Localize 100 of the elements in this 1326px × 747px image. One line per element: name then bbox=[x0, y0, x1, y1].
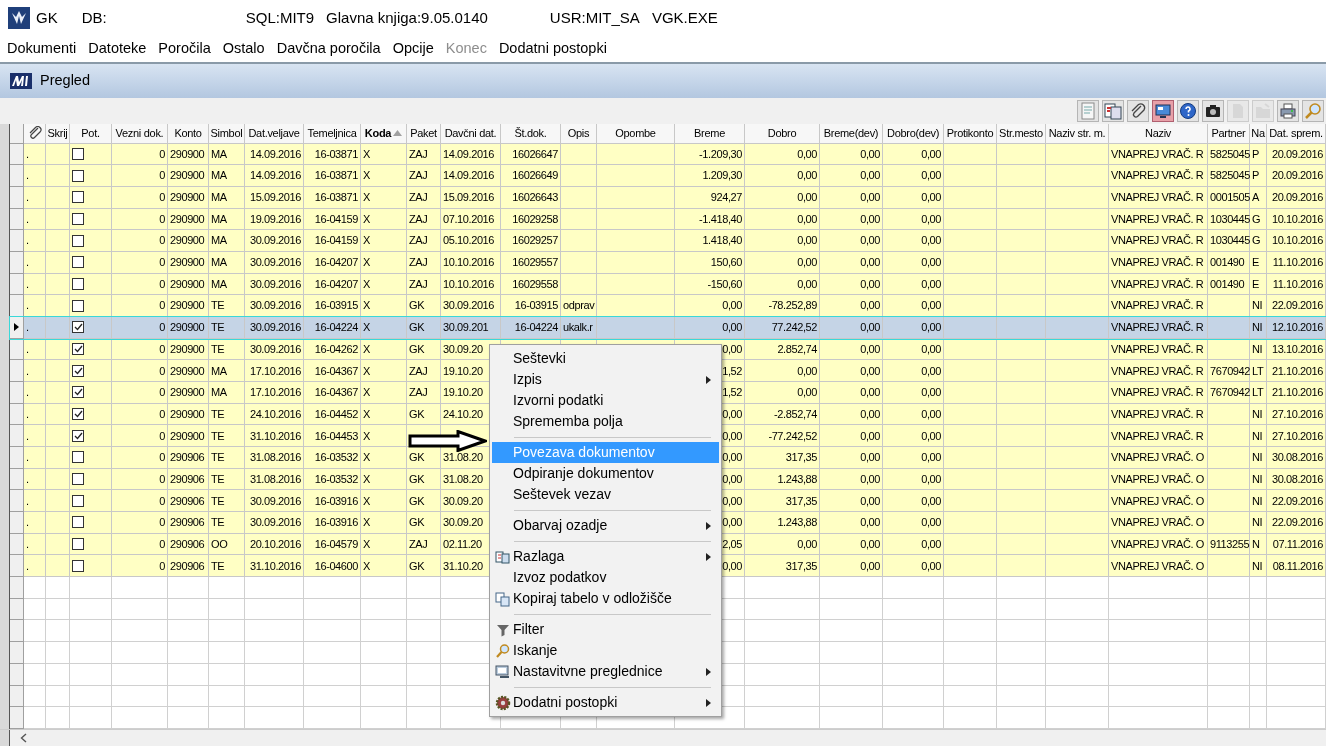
table-cell: 0,00 bbox=[883, 252, 944, 274]
table-cell: 0,00 bbox=[883, 317, 944, 339]
table-cell: 16-03871 bbox=[304, 187, 361, 209]
table-cell: . bbox=[24, 447, 46, 469]
table-cell: 22.09.2016 bbox=[1267, 512, 1326, 534]
table-cell: 30.09.201 bbox=[441, 317, 501, 339]
table-cell: VNAPREJ VRAČ. O bbox=[1109, 447, 1208, 469]
table-cell: 30.09.2016 bbox=[245, 252, 304, 274]
table-cell: MA bbox=[209, 252, 245, 274]
table-cell: 30.09.2016 bbox=[245, 317, 304, 339]
table-cell: NI bbox=[1250, 447, 1267, 469]
table-cell: 16-03532 bbox=[304, 447, 361, 469]
table-cell: 290900 bbox=[168, 187, 209, 209]
table-cell: 317,35 bbox=[745, 447, 820, 469]
table-cell: 0,00 bbox=[820, 447, 883, 469]
table-cell: 0,00 bbox=[883, 512, 944, 534]
table-cell: . bbox=[24, 252, 46, 274]
table-cell: ukalk.r bbox=[561, 317, 597, 339]
table-cell: 0,00 bbox=[745, 252, 820, 274]
table-cell: TE bbox=[209, 317, 245, 339]
table-cell: VNAPREJ VRAČ. R bbox=[1109, 382, 1208, 404]
table-cell: 0,00 bbox=[820, 512, 883, 534]
table-cell: 0,00 bbox=[820, 317, 883, 339]
table-cell: 0,00 bbox=[745, 382, 820, 404]
table-cell: 0 bbox=[112, 317, 168, 339]
module-version-label: Glavna knjiga:9.05.0140 bbox=[326, 7, 488, 28]
table-cell: VNAPREJ VRAČ. O bbox=[1109, 512, 1208, 534]
table-cell: 16-04367 bbox=[304, 382, 361, 404]
table-cell: 0,00 bbox=[675, 317, 745, 339]
table-cell: LT bbox=[1250, 382, 1267, 404]
table-cell: 0,00 bbox=[883, 447, 944, 469]
executable-label: VGK.EXE bbox=[651, 7, 718, 28]
table-cell: 7670942 bbox=[1208, 382, 1250, 404]
table-cell: 30.08.2016 bbox=[1267, 447, 1326, 469]
table-cell: 16-04207 bbox=[304, 252, 361, 274]
table-cell: X bbox=[361, 447, 407, 469]
table-cell: MA bbox=[209, 382, 245, 404]
table-cell: 0 bbox=[112, 512, 168, 534]
table-cell: 0 bbox=[112, 447, 168, 469]
table-cell: 0 bbox=[112, 187, 168, 209]
table-cell: 16029557 bbox=[501, 252, 561, 274]
table-cell: 0 bbox=[112, 252, 168, 274]
table-cell: MA bbox=[209, 187, 245, 209]
table-cell: 924,27 bbox=[675, 187, 745, 209]
table-cell: 15.09.2016 bbox=[441, 187, 501, 209]
table-cell: 16026643 bbox=[501, 187, 561, 209]
window-title: Pregled bbox=[40, 71, 90, 91]
table-cell: NI bbox=[1250, 512, 1267, 534]
table-cell: 290900 bbox=[168, 252, 209, 274]
table-cell: VNAPREJ VRAČ. R bbox=[1109, 317, 1208, 339]
table-cell: X bbox=[361, 512, 407, 534]
table-cell: ZAJ bbox=[407, 382, 441, 404]
table-cell: . bbox=[24, 512, 46, 534]
table-cell: 0,00 bbox=[820, 382, 883, 404]
table-cell: 0,00 bbox=[745, 187, 820, 209]
table-cell: NI bbox=[1250, 317, 1267, 339]
table-cell: 15.09.2016 bbox=[245, 187, 304, 209]
table-cell: 0,00 bbox=[883, 382, 944, 404]
table-cell: 1.243,88 bbox=[745, 512, 820, 534]
table-cell: 16-04224 bbox=[304, 317, 361, 339]
table-cell: . bbox=[24, 317, 46, 339]
table-cell: ZAJ bbox=[407, 252, 441, 274]
table-cell: 21.10.2016 bbox=[1267, 382, 1326, 404]
table-cell: ZAJ bbox=[407, 187, 441, 209]
table-cell: X bbox=[361, 252, 407, 274]
sql-server-label: SQL:MIT9 bbox=[245, 7, 315, 28]
table-cell: GK bbox=[407, 512, 441, 534]
table-cell: A bbox=[1250, 187, 1267, 209]
table-cell: GK bbox=[407, 317, 441, 339]
table-cell: 12.10.2016 bbox=[1267, 317, 1326, 339]
table-cell: 20.09.2016 bbox=[1267, 187, 1326, 209]
table-cell: 0 bbox=[112, 382, 168, 404]
table-cell: 77.242,52 bbox=[745, 317, 820, 339]
database-label: DB: bbox=[81, 7, 107, 28]
user-label: USR:MIT_SA bbox=[549, 7, 640, 28]
table-cell: E bbox=[1250, 252, 1267, 274]
table-cell: 290906 bbox=[168, 447, 209, 469]
table-cell: TE bbox=[209, 447, 245, 469]
table-cell: 0001505 bbox=[1208, 187, 1250, 209]
table-cell: 10.10.2016 bbox=[441, 252, 501, 274]
table-cell: 0,00 bbox=[883, 187, 944, 209]
table-cell: 0,00 bbox=[820, 252, 883, 274]
app-name: GK bbox=[36, 7, 58, 28]
table-cell: VNAPREJ VRAČ. R bbox=[1109, 187, 1208, 209]
table-cell: 16-03916 bbox=[304, 512, 361, 534]
table-cell: X bbox=[361, 382, 407, 404]
table-cell: X bbox=[361, 317, 407, 339]
table-cell: . bbox=[24, 382, 46, 404]
table-cell: 17.10.2016 bbox=[245, 382, 304, 404]
table-cell: 290900 bbox=[168, 382, 209, 404]
table-cell: . bbox=[24, 187, 46, 209]
table-cell: 0,00 bbox=[820, 187, 883, 209]
table-cell: 001490 bbox=[1208, 252, 1250, 274]
table-cell: VNAPREJ VRAČ. R bbox=[1109, 252, 1208, 274]
table-cell: 290906 bbox=[168, 512, 209, 534]
table-cell: TE bbox=[209, 512, 245, 534]
table-cell: 150,60 bbox=[675, 252, 745, 274]
table-cell: X bbox=[361, 187, 407, 209]
table-cell: 30.09.2016 bbox=[245, 512, 304, 534]
table-cell: 16-04224 bbox=[501, 317, 561, 339]
